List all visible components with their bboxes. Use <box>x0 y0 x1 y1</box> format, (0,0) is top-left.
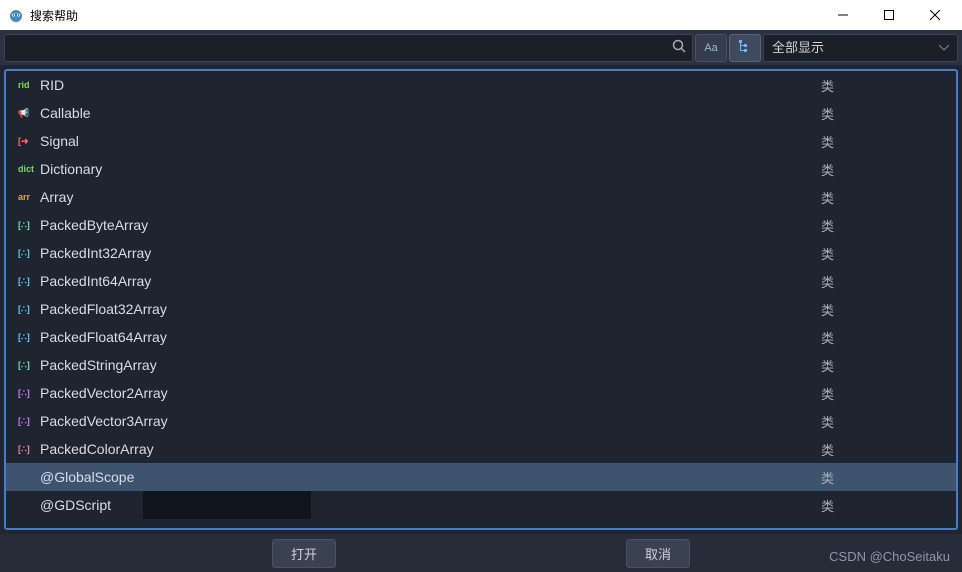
item-type: 类 <box>821 272 834 291</box>
footer: 打开 取消 CSDN @ChoSeitaku <box>0 534 962 572</box>
filter-select[interactable]: 全部显示 <box>763 34 958 62</box>
list-item[interactable]: [∴] PackedFloat64Array类 <box>6 323 956 351</box>
list-item[interactable]: [∴] PackedColorArray类 <box>6 435 956 463</box>
type-icon: dict <box>18 161 34 177</box>
type-icon: arr <box>18 189 34 205</box>
item-type: 类 <box>821 160 834 179</box>
list-item[interactable]: [∴] PackedFloat32Array类 <box>6 295 956 323</box>
case-icon: Aa <box>704 42 717 54</box>
list-item[interactable]: 📢 Callable类 <box>6 99 956 127</box>
minimize-button[interactable] <box>820 0 866 30</box>
item-type: 类 <box>821 412 834 431</box>
item-name: RID <box>40 77 821 93</box>
item-type: 类 <box>821 496 834 515</box>
list-item[interactable]: [∴] PackedStringArray类 <box>6 351 956 379</box>
list-item[interactable]: @GlobalScope类 <box>6 463 956 491</box>
type-icon: [∴] <box>18 301 34 317</box>
case-sensitive-button[interactable]: Aa <box>695 34 727 62</box>
list-item[interactable]: arr Array类 <box>6 183 956 211</box>
item-name: Dictionary <box>40 161 821 177</box>
window-title: 搜索帮助 <box>30 7 820 24</box>
item-name: @GDScript <box>40 497 821 513</box>
list-item[interactable]: [∴] PackedByteArray类 <box>6 211 956 239</box>
item-type: 类 <box>821 356 834 375</box>
type-icon: rid <box>18 77 34 93</box>
search-field-wrap <box>4 34 693 62</box>
type-icon: [➜ <box>18 133 34 149</box>
hierarchy-icon <box>738 39 752 56</box>
toolbar: Aa 全部显示 <box>0 30 962 65</box>
type-icon <box>18 469 34 485</box>
type-icon: [∴] <box>18 357 34 373</box>
type-icon: [∴] <box>18 441 34 457</box>
list-item[interactable]: [∴] PackedVector2Array类 <box>6 379 956 407</box>
cancel-button[interactable]: 取消 <box>626 539 690 568</box>
list-item[interactable]: dict Dictionary类 <box>6 155 956 183</box>
item-type: 类 <box>821 104 834 123</box>
list-item[interactable]: [∴] PackedInt32Array类 <box>6 239 956 267</box>
list-item[interactable]: [∴] PackedInt64Array类 <box>6 267 956 295</box>
item-type: 类 <box>821 188 834 207</box>
list-item[interactable]: [➜ Signal类 <box>6 127 956 155</box>
type-icon <box>18 497 34 513</box>
type-icon: [∴] <box>18 385 34 401</box>
item-name: @GlobalScope <box>40 469 821 485</box>
item-name: PackedFloat32Array <box>40 301 821 317</box>
watermark: CSDN @ChoSeitaku <box>829 549 950 564</box>
type-icon: [∴] <box>18 245 34 261</box>
app-icon <box>8 7 24 23</box>
item-type: 类 <box>821 468 834 487</box>
item-type: 类 <box>821 384 834 403</box>
maximize-button[interactable] <box>866 0 912 30</box>
type-icon: [∴] <box>18 217 34 233</box>
close-button[interactable] <box>912 0 958 30</box>
item-type: 类 <box>821 132 834 151</box>
search-icon <box>672 39 686 56</box>
type-icon: 📢 <box>18 105 34 121</box>
search-input[interactable] <box>11 40 672 55</box>
open-button[interactable]: 打开 <box>272 539 336 568</box>
item-type: 类 <box>821 300 834 319</box>
item-name: PackedInt64Array <box>40 273 821 289</box>
item-name: PackedVector2Array <box>40 385 821 401</box>
item-name: Signal <box>40 133 821 149</box>
type-icon: [∴] <box>18 273 34 289</box>
item-name: Callable <box>40 105 821 121</box>
item-type: 类 <box>821 216 834 235</box>
item-type: 类 <box>821 328 834 347</box>
item-name: PackedByteArray <box>40 217 821 233</box>
type-icon: [∴] <box>18 413 34 429</box>
item-name: PackedInt32Array <box>40 245 821 261</box>
item-name: PackedFloat64Array <box>40 329 821 345</box>
list-item[interactable]: [∴] PackedVector3Array类 <box>6 407 956 435</box>
item-name: PackedStringArray <box>40 357 821 373</box>
titlebar: 搜索帮助 <box>0 0 962 30</box>
item-name: PackedVector3Array <box>40 413 821 429</box>
item-name: PackedColorArray <box>40 441 821 457</box>
item-type: 类 <box>821 440 834 459</box>
list-item[interactable]: rid RID类 <box>6 71 956 99</box>
type-icon: [∴] <box>18 329 34 345</box>
item-name: Array <box>40 189 821 205</box>
item-type: 类 <box>821 244 834 263</box>
item-type: 类 <box>821 76 834 95</box>
hierarchy-button[interactable] <box>729 34 761 62</box>
results-list[interactable]: ridRID类📢Callable类[➜Signal类dictDictionary… <box>4 69 958 530</box>
list-item[interactable]: @GDScript类 <box>6 491 956 519</box>
